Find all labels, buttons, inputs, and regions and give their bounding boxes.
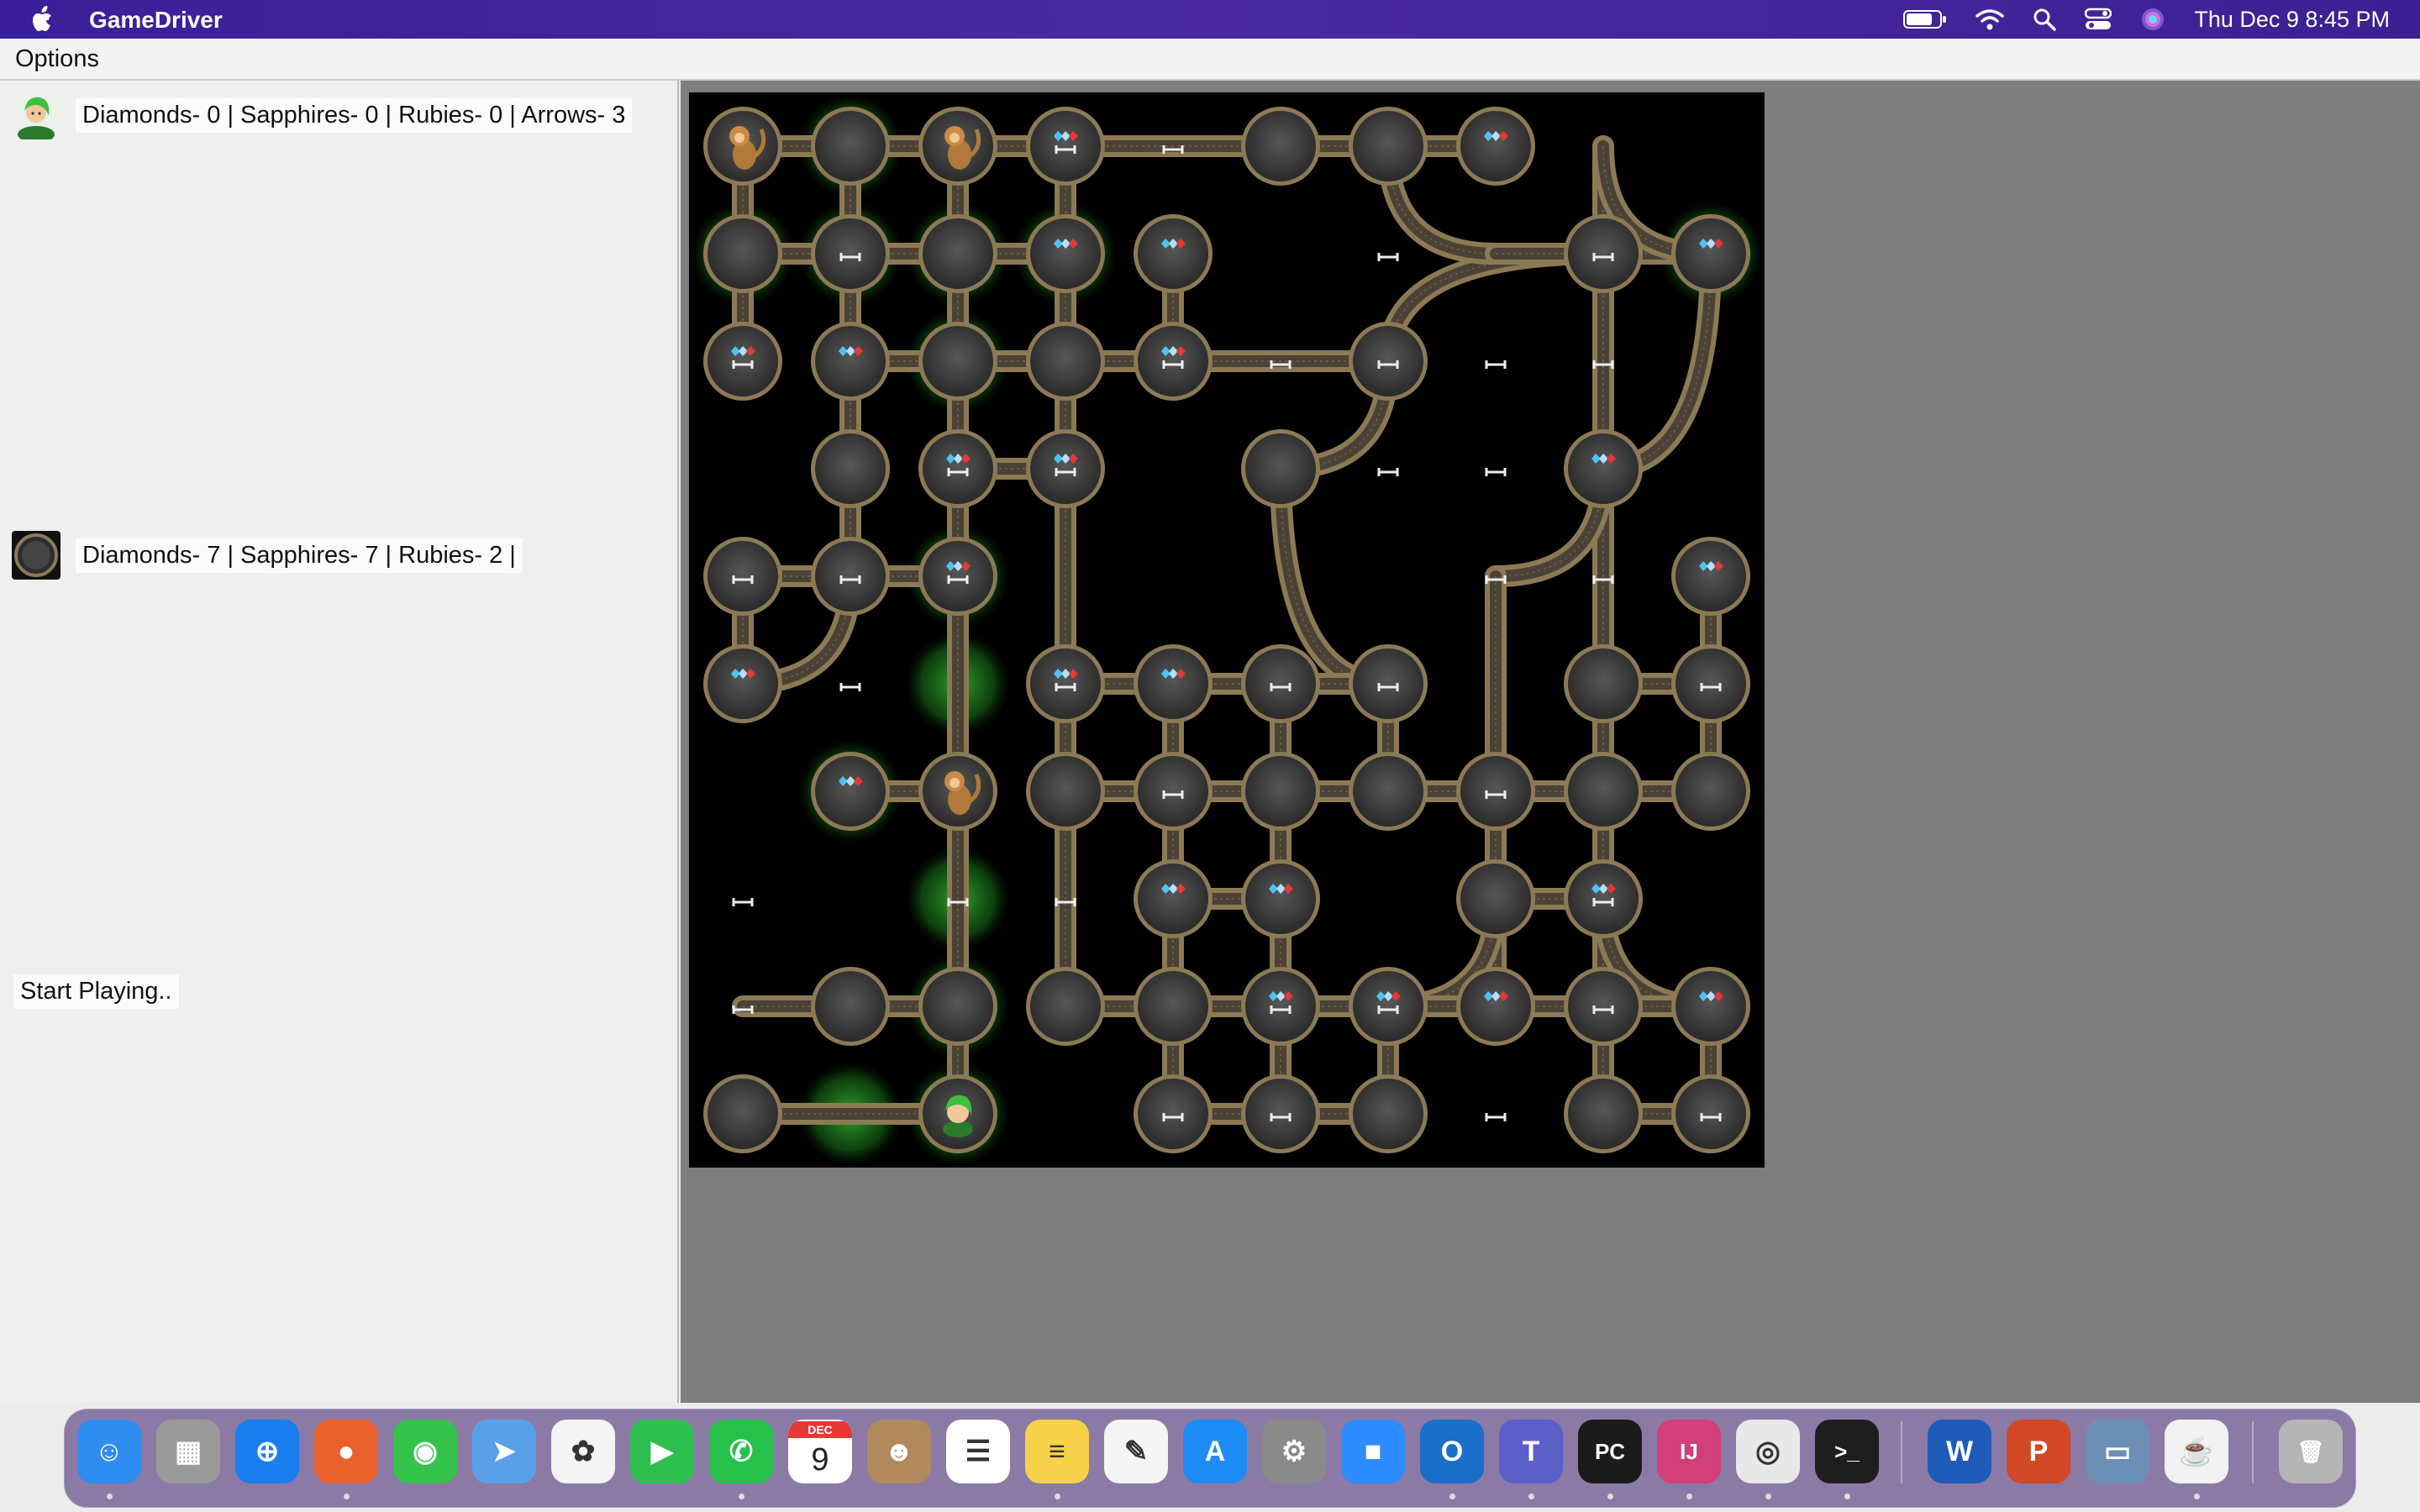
- gem-icon: [1699, 561, 1723, 571]
- gem-icon: [1269, 884, 1293, 894]
- system-preferences-icon[interactable]: ⚙: [1262, 1420, 1326, 1483]
- pycharm-icon[interactable]: PC: [1578, 1420, 1642, 1483]
- dock-separator: [1901, 1421, 1902, 1483]
- macos-menu-bar: GameDriver Thu Dec 9 8:45 PM: [0, 0, 2420, 39]
- arrow-icon: [1485, 468, 1507, 476]
- player-avatar-icon: [12, 91, 60, 139]
- running-indicator: [2194, 1494, 2200, 1499]
- running-indicator: [1607, 1494, 1613, 1499]
- running-indicator: [1686, 1494, 1692, 1499]
- gem-icon: [1054, 239, 1078, 249]
- contacts-icon[interactable]: ☻: [867, 1420, 931, 1483]
- pages-icon[interactable]: ✎: [1104, 1420, 1168, 1483]
- app-store-icon[interactable]: A: [1183, 1420, 1247, 1483]
- gem-icon: [1484, 991, 1508, 1001]
- status-message: Start Playing..: [13, 974, 179, 1009]
- gem-icon: [1484, 131, 1508, 141]
- running-indicator: [344, 1494, 350, 1499]
- calendar-day: 9: [811, 1442, 829, 1478]
- word-icon[interactable]: W: [1928, 1420, 1991, 1483]
- photos-icon[interactable]: ✿: [551, 1420, 615, 1483]
- running-indicator: [107, 1494, 113, 1499]
- dock-separator: [2252, 1421, 2254, 1483]
- arrow-icon: [1485, 1113, 1507, 1121]
- gem-icon: [1591, 884, 1616, 894]
- arrow-icon: [839, 683, 861, 691]
- finder-icon[interactable]: ☺: [77, 1420, 141, 1483]
- zoom-icon[interactable]: ■: [1341, 1420, 1405, 1483]
- gem-icon: [1161, 669, 1186, 679]
- wifi-icon[interactable]: [1975, 8, 2005, 30]
- pit-status-row: Diamonds- 7 | Sapphires- 7 | Rubies- 2 |: [12, 531, 523, 580]
- gem-icon: [946, 561, 971, 571]
- running-indicator: [739, 1494, 744, 1499]
- options-menu[interactable]: Options: [15, 45, 99, 73]
- spotlight-icon[interactable]: [2033, 8, 2057, 31]
- arrow-icon: [732, 898, 754, 906]
- firefox-icon[interactable]: ●: [314, 1420, 378, 1483]
- calendar-month: DEC: [788, 1421, 852, 1438]
- status-panel: Diamonds- 0 | Sapphires- 0 | Rubies- 0 |…: [0, 81, 679, 1403]
- gem-icon: [1591, 454, 1616, 464]
- running-indicator: [1528, 1494, 1534, 1499]
- gem-icon: [1054, 454, 1078, 464]
- gem-icon: [1161, 346, 1186, 356]
- game-board[interactable]: [689, 92, 1765, 1168]
- arrow-icon: [1377, 468, 1399, 476]
- gem-icon: [1054, 131, 1078, 141]
- outlook-icon[interactable]: O: [1420, 1420, 1484, 1483]
- safari-icon[interactable]: ⊕: [235, 1420, 299, 1483]
- app-name-menu[interactable]: GameDriver: [89, 7, 223, 34]
- intellij-icon[interactable]: IJ: [1657, 1420, 1721, 1483]
- pit-stats-text: Diamonds- 7 | Sapphires- 7 | Rubies- 2 |: [76, 538, 523, 573]
- gem-icon: [1699, 239, 1723, 249]
- arrow-icon: [1485, 360, 1507, 369]
- terminal-icon[interactable]: >_: [1815, 1420, 1879, 1483]
- gem-icon: [839, 776, 863, 786]
- gem-icon: [1161, 884, 1186, 894]
- calendar-icon[interactable]: DEC 9: [788, 1420, 852, 1483]
- gem-icon: [731, 669, 755, 679]
- messages-icon[interactable]: ◉: [393, 1420, 457, 1483]
- launchpad-icon[interactable]: ▦: [156, 1420, 220, 1483]
- running-indicator: [1765, 1494, 1771, 1499]
- arrow-icon: [1377, 253, 1399, 261]
- gem-icon: [731, 346, 755, 356]
- tunnel-layer: [732, 135, 1722, 1125]
- control-center-icon[interactable]: [2085, 8, 2112, 31]
- trash-icon[interactable]: 🗑: [2279, 1420, 2343, 1483]
- status-area: Thu Dec 9 8:45 PM: [1903, 0, 2390, 39]
- player-status-row: Diamonds- 0 | Sapphires- 0 | Rubies- 0 |…: [12, 91, 633, 139]
- apple-icon[interactable]: [30, 4, 57, 34]
- gem-icon: [1699, 991, 1723, 1001]
- gem-icon: [1054, 669, 1078, 679]
- reminders-icon[interactable]: ☰: [946, 1420, 1010, 1483]
- gem-icon: [839, 346, 863, 356]
- pit-tile-icon: [12, 531, 60, 580]
- gem-icon: [946, 454, 971, 464]
- powerpoint-icon[interactable]: P: [2007, 1420, 2070, 1483]
- running-indicator: [1055, 1494, 1060, 1499]
- running-indicator: [1449, 1494, 1455, 1499]
- java-app-icon[interactable]: ☕: [2165, 1420, 2228, 1483]
- gem-icon: [1269, 991, 1293, 1001]
- player-stats-text: Diamonds- 0 | Sapphires- 0 | Rubies- 0 |…: [76, 97, 633, 133]
- battery-icon[interactable]: [1903, 9, 1947, 29]
- siri-icon[interactable]: [2140, 7, 2165, 32]
- gem-icon: [1161, 239, 1186, 249]
- menu-clock[interactable]: Thu Dec 9 8:45 PM: [2194, 7, 2390, 33]
- facetime-icon[interactable]: ▶: [630, 1420, 694, 1483]
- preview-icon[interactable]: ▭: [2086, 1420, 2149, 1483]
- maps-icon[interactable]: ➤: [472, 1420, 536, 1483]
- teams-icon[interactable]: T: [1499, 1420, 1563, 1483]
- whatsapp-icon[interactable]: ✆: [709, 1420, 773, 1483]
- chrome-icon[interactable]: ◎: [1736, 1420, 1800, 1483]
- app-menu-bar: Options: [0, 39, 2420, 81]
- running-indicator: [1844, 1494, 1850, 1499]
- notes-icon[interactable]: ≡: [1025, 1420, 1089, 1483]
- gem-icon: [1376, 991, 1401, 1001]
